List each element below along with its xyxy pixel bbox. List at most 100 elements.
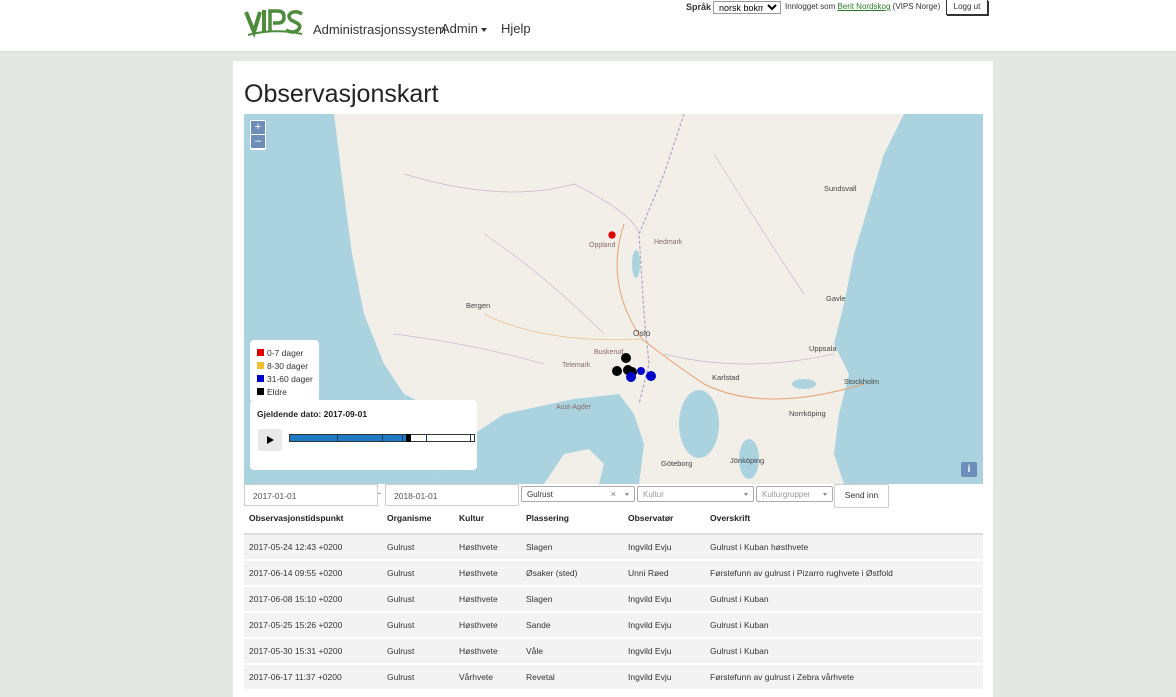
table-cell: Slagen	[521, 586, 623, 613]
language-label: Språk	[686, 2, 712, 12]
table-cell: Vårhvete	[454, 664, 521, 691]
table-cell: 2017-05-24 12:43 +0200	[244, 534, 382, 561]
table-cell: Ingvild Evju	[623, 534, 705, 561]
column-header[interactable]: Organisme	[382, 510, 454, 535]
table-cell: 2017-06-08 15:10 +0200	[244, 586, 382, 613]
map-legend: 0-7 dager 8-30 dager 31-60 dager Eldre	[250, 340, 319, 402]
table-cell: Høsthvete	[454, 638, 521, 665]
table-header-row: Observasjonstidspunkt Organisme Kultur P…	[244, 510, 983, 535]
user-name-link[interactable]: Berit Nordskog	[838, 2, 891, 11]
organism-select[interactable]: Gulrust ×	[521, 486, 635, 502]
column-header[interactable]: Overskrift	[705, 510, 983, 535]
timeline-tick	[426, 435, 427, 441]
user-info: Innlogget som Berit Nordskog (VIPS Norge…	[785, 2, 940, 11]
table-cell: 2017-05-30 15:31 +0200	[244, 638, 382, 665]
vips-logo[interactable]	[244, 6, 304, 40]
legend-swatch	[257, 388, 264, 395]
date-from-input[interactable]: 2017-01-01	[244, 484, 378, 506]
legend-item: 0-7 dager	[257, 346, 319, 359]
observations-table: Observasjonstidspunkt Organisme Kultur P…	[244, 510, 983, 691]
observation-map[interactable]: Oppland Hedmark Telemark Buskerud Aust-A…	[244, 114, 983, 484]
table-row[interactable]: 2017-06-08 15:10 +0200 Gulrust Høsthvete Sl…	[244, 586, 983, 613]
column-header[interactable]: Plassering	[521, 510, 623, 535]
clear-icon[interactable]: ×	[611, 487, 616, 502]
table-row[interactable]: 2017-05-24 12:43 +0200 Gulrust Høsthvete Sl…	[244, 534, 983, 561]
table-cell: Ingvild Evju	[623, 664, 705, 691]
nav-help-link[interactable]: Hjelp	[501, 21, 531, 36]
observation-marker[interactable]	[637, 367, 645, 375]
table-cell: Gulrust	[382, 638, 454, 665]
language-selector: Språk norsk bokmål	[686, 0, 782, 14]
observation-marker[interactable]	[612, 366, 622, 376]
observation-marker[interactable]	[621, 353, 631, 363]
info-button[interactable]: i	[961, 462, 977, 477]
timeline-tick	[470, 435, 471, 441]
cropgroup-placeholder: Kulturgrupper	[762, 490, 811, 499]
nav-admin-label: Admin	[441, 21, 478, 36]
observation-marker[interactable]	[626, 372, 636, 382]
logout-button[interactable]: Logg ut	[946, 0, 988, 15]
table-cell: Høsthvete	[454, 612, 521, 639]
main-container: Observasjonskart Oppland Hedmark Telemar…	[233, 61, 993, 697]
table-cell: Gulrust i Kuban høsthvete	[705, 534, 983, 561]
table-row[interactable]: 2017-06-14 09:55 +0200 Gulrust Høsthvete Øs…	[244, 560, 983, 587]
table-cell: Førstefunn av gulrust i Zebra vårhvete	[705, 664, 983, 691]
table-cell: Gulrust	[382, 586, 454, 613]
observation-marker[interactable]	[607, 230, 617, 240]
column-header[interactable]: Kultur	[454, 510, 521, 535]
submit-button[interactable]: Send inn	[834, 484, 889, 508]
table-cell: Slagen	[521, 534, 623, 561]
legend-label: Eldre	[267, 386, 287, 397]
table-row[interactable]: 2017-05-25 15:26 +0200 Gulrust Høsthvete Sa…	[244, 612, 983, 639]
table-cell: Høsthvete	[454, 560, 521, 587]
dropdown-arrow-icon	[625, 493, 629, 496]
column-header[interactable]: Observasjonstidspunkt	[244, 510, 382, 535]
date-separator: -	[378, 488, 381, 498]
crop-placeholder: Kultur	[643, 490, 664, 499]
timeline-panel: Gjeldende dato: 2017-09-01	[250, 400, 477, 470]
table-cell: Våle	[521, 638, 623, 665]
app-title[interactable]: Administrasjonssystem	[313, 22, 446, 37]
table-cell: Gulrust	[382, 612, 454, 639]
legend-label: 8-30 dager	[267, 360, 309, 371]
dropdown-arrow-icon	[823, 493, 827, 496]
table-cell: Sande	[521, 612, 623, 639]
legend-item: 8-30 dager	[257, 359, 319, 372]
observation-marker[interactable]	[646, 371, 656, 381]
zoom-in-button[interactable]: +	[251, 121, 265, 134]
legend-swatch	[257, 375, 264, 382]
nav-admin-dropdown[interactable]: Admin	[441, 21, 487, 36]
table-cell: 2017-06-14 09:55 +0200	[244, 560, 382, 587]
top-navbar: Administrasjonssystem Admin Hjelp Språk …	[0, 0, 1176, 52]
legend-swatch	[257, 349, 264, 356]
user-org: (VIPS Norge)	[892, 2, 941, 11]
timeline-tick	[402, 435, 403, 441]
language-select[interactable]: norsk bokmål	[713, 0, 782, 14]
page-title: Observasjonskart	[244, 80, 439, 108]
caret-down-icon	[480, 27, 487, 32]
table-cell: Øsaker (sted)	[521, 560, 623, 587]
table-cell: Høsthvete	[454, 534, 521, 561]
table-cell: Førstefunn av gulrust i Pizarro rughvete…	[705, 560, 983, 587]
logged-in-prefix: Innlogget som	[785, 2, 836, 11]
cropgroup-select[interactable]: Kulturgrupper	[756, 486, 833, 502]
timeline-handle[interactable]	[406, 434, 411, 442]
legend-label: 31-60 dager	[267, 373, 313, 384]
table-cell: Gulrust	[382, 560, 454, 587]
table-row[interactable]: 2017-05-30 15:31 +0200 Gulrust Høsthvete Vå…	[244, 638, 983, 665]
table-row[interactable]: 2017-06-17 11:37 +0200 Gulrust Vårhvete Rev…	[244, 664, 983, 691]
table-cell: Ingvild Evju	[623, 586, 705, 613]
dropdown-arrow-icon	[744, 493, 748, 496]
crop-select[interactable]: Kultur	[637, 486, 754, 502]
zoom-out-button[interactable]: –	[251, 135, 265, 148]
legend-item: Eldre	[257, 385, 319, 398]
timeline-slider[interactable]	[289, 434, 475, 442]
play-icon	[266, 436, 274, 444]
timeline-progress	[290, 435, 406, 441]
column-header[interactable]: Observatør	[623, 510, 705, 535]
play-button[interactable]	[258, 429, 282, 451]
table-cell: Gulrust	[382, 534, 454, 561]
table-cell: Gulrust i Kuban	[705, 612, 983, 639]
table-cell: Ingvild Evju	[623, 612, 705, 639]
date-to-input[interactable]: 2018-01-01	[385, 484, 519, 506]
